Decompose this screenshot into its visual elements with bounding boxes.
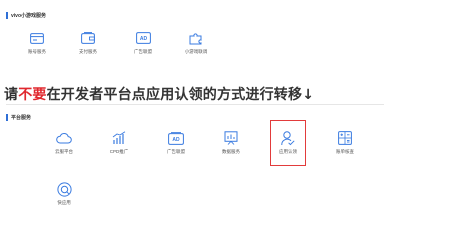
- ad-icon: AD: [167, 130, 185, 146]
- svg-text:AD: AD: [172, 137, 180, 143]
- wallet-icon: [79, 30, 97, 46]
- section-accent-bar: [6, 113, 8, 121]
- puzzle-icon: [187, 30, 205, 46]
- notice-suffix: 在开发者平台点应用认领的方式进行转移↓: [46, 87, 315, 103]
- tile-bill-check[interactable]: 账单核查: [325, 130, 365, 155]
- tile-minigame-debug[interactable]: 小游戏联调: [176, 30, 216, 55]
- section-accent-bar: [6, 11, 8, 19]
- tile-label: 账单核查: [336, 149, 354, 154]
- tile-cloud-platform[interactable]: 云服平台: [44, 130, 84, 155]
- tile-app-claim[interactable]: 应用认领: [268, 130, 308, 155]
- tile-account-service[interactable]: 账号服务: [17, 30, 57, 55]
- notice-highlight: 不要: [18, 87, 47, 103]
- tile-cpd-promotion[interactable]: CPD推广: [99, 130, 139, 155]
- tile-label: 支付服务: [79, 49, 97, 54]
- tile-label: 账号服务: [28, 49, 46, 54]
- cloud-icon: [55, 130, 73, 146]
- top-section-title: vivo小游戏服务: [6, 10, 46, 20]
- notice-prefix: 请: [4, 87, 19, 103]
- calculator-icon: [336, 130, 354, 146]
- tile-ad-union[interactable]: AD 广告联盟: [156, 130, 196, 155]
- tile-ad-union-top[interactable]: AD 广告联盟: [123, 30, 163, 55]
- ad-icon: AD: [134, 30, 152, 46]
- tile-label: 数据服务: [222, 149, 240, 154]
- transfer-notice: 请不要在开发者平台点应用认领的方式进行转移↓: [4, 84, 315, 103]
- tile-label: 快应用: [57, 200, 71, 205]
- platform-section-title: 平台服务: [6, 112, 31, 122]
- tile-label: 云服平台: [55, 149, 73, 154]
- tile-data-service[interactable]: 数据服务: [211, 130, 251, 155]
- tile-label: 广告联盟: [134, 49, 152, 54]
- platform-section-title-text: 平台服务: [11, 114, 32, 121]
- svg-text:AD: AD: [139, 36, 147, 42]
- top-section-title-text: vivo小游戏服务: [11, 12, 47, 19]
- data-board-icon: [222, 130, 240, 146]
- user-check-icon: [279, 130, 297, 146]
- growth-chart-icon: [110, 130, 128, 146]
- tile-label: 小游戏联调: [184, 49, 208, 54]
- quick-app-icon: [55, 181, 73, 197]
- tile-label: CPD推广: [109, 149, 129, 154]
- card-icon: [28, 30, 46, 46]
- divider: [6, 104, 384, 105]
- tile-payment-service[interactable]: 支付服务: [68, 30, 108, 55]
- tile-label: 应用认领: [279, 149, 297, 154]
- tile-label: 广告联盟: [167, 149, 185, 154]
- tile-quick-app[interactable]: 快应用: [44, 181, 84, 206]
